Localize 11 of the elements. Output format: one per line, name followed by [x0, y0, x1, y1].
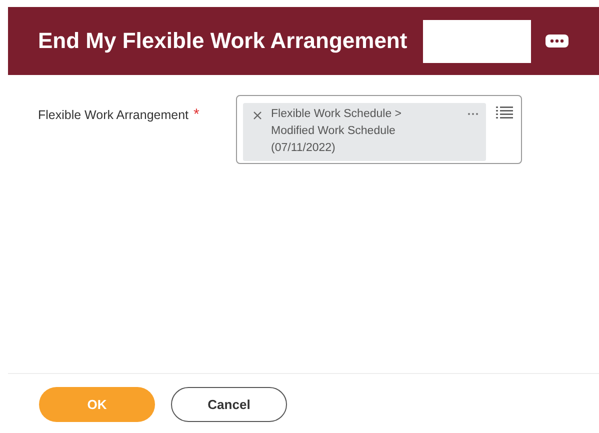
remove-icon[interactable] [253, 111, 262, 120]
list-icon[interactable] [496, 106, 513, 119]
selection-field[interactable]: Flexible Work Schedule > Modified Work Schedule (07/11/2022) [236, 95, 522, 164]
required-mark: * [194, 108, 200, 122]
cancel-button[interactable]: Cancel [171, 387, 287, 422]
selection-text: Flexible Work Schedule > [271, 107, 403, 122]
more-icon[interactable] [545, 34, 570, 48]
field-label: Flexible Work Arrangement [38, 108, 189, 122]
selection-text: Modified Work Schedule [271, 124, 396, 139]
selection-text: (07/11/2022) [271, 141, 336, 156]
page-title: End My Flexible Work Arrangement [38, 28, 408, 54]
